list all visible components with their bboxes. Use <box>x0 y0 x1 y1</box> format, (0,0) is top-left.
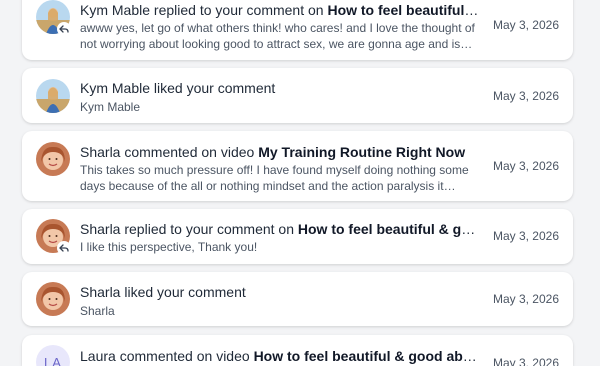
notification-date: May 3, 2026 <box>492 229 559 243</box>
reply-badge <box>57 241 71 255</box>
action-text: liked your comment <box>124 284 246 300</box>
reply-badge <box>57 22 71 36</box>
comment-snippet: I like this perspective, Thank you! <box>80 240 258 254</box>
notification-title: Kym Mable replied to your comment on How… <box>80 1 482 19</box>
notification-card[interactable]: Sharla replied to your comment on How to… <box>22 209 573 264</box>
notification-date: May 3, 2026 <box>492 356 559 366</box>
actor-name: Sharla <box>80 144 121 160</box>
notification-card[interactable]: Kym Mable liked your comment Kym Mable M… <box>22 68 573 123</box>
notification-date: May 3, 2026 <box>492 18 559 32</box>
action-text: replied to your comment on <box>124 221 294 237</box>
actor-name: Kym Mable <box>80 80 151 96</box>
notification-title: Kym Mable liked your comment <box>80 79 482 97</box>
notification-card[interactable]: LA Laura commented on video How to feel … <box>22 335 573 366</box>
avatar[interactable] <box>36 142 70 176</box>
comment-snippet: This takes so much pressure off! I have … <box>80 163 469 193</box>
target-video-link[interactable]: How to feel beautiful & good about yours… <box>254 348 482 364</box>
target-video-link[interactable]: My Training Routine Right Now <box>258 144 465 160</box>
action-text: commented on video <box>119 348 250 364</box>
avatar[interactable] <box>36 282 70 316</box>
notification-subtitle: Sharla <box>80 304 115 318</box>
notification-date: May 3, 2026 <box>492 159 559 173</box>
notification-title: Sharla liked your comment <box>80 283 482 301</box>
notification-card[interactable]: Sharla commented on video My Training Ro… <box>22 131 573 201</box>
reply-icon <box>59 244 69 252</box>
notification-subtitle: Kym Mable <box>80 100 141 114</box>
target-video-link[interactable]: How to feel beautiful & good about yours… <box>298 221 482 237</box>
notification-date: May 3, 2026 <box>492 292 559 306</box>
avatar-photo-kym <box>36 79 70 113</box>
actor-name: Sharla <box>80 284 121 300</box>
reply-icon <box>59 25 69 33</box>
actor-name: Kym Mable <box>80 2 151 18</box>
actor-name: Laura <box>80 348 116 364</box>
avatar[interactable]: LA <box>36 345 70 366</box>
target-video-link[interactable]: How to feel beautiful & good about yours… <box>327 2 482 18</box>
comment-snippet: awww yes, let go of what others think! w… <box>80 21 475 51</box>
avatar-photo-sharla <box>36 282 70 316</box>
avatar[interactable] <box>36 79 70 113</box>
avatar-photo-sharla <box>36 142 70 176</box>
notification-list: Kym Mable replied to your comment on How… <box>0 0 600 366</box>
notification-title: Laura commented on video How to feel bea… <box>80 347 482 365</box>
action-text: liked your comment <box>153 80 276 96</box>
notification-date: May 3, 2026 <box>492 89 559 103</box>
notification-card[interactable]: Sharla liked your comment Sharla May 3, … <box>22 272 573 326</box>
action-text: commented on video <box>124 144 255 160</box>
notification-title: Sharla commented on video My Training Ro… <box>80 143 482 161</box>
action-text: replied to your comment on <box>153 2 324 18</box>
actor-name: Sharla <box>80 221 121 237</box>
notification-card[interactable]: Kym Mable replied to your comment on How… <box>22 0 573 60</box>
notification-title: Sharla replied to your comment on How to… <box>80 220 482 238</box>
